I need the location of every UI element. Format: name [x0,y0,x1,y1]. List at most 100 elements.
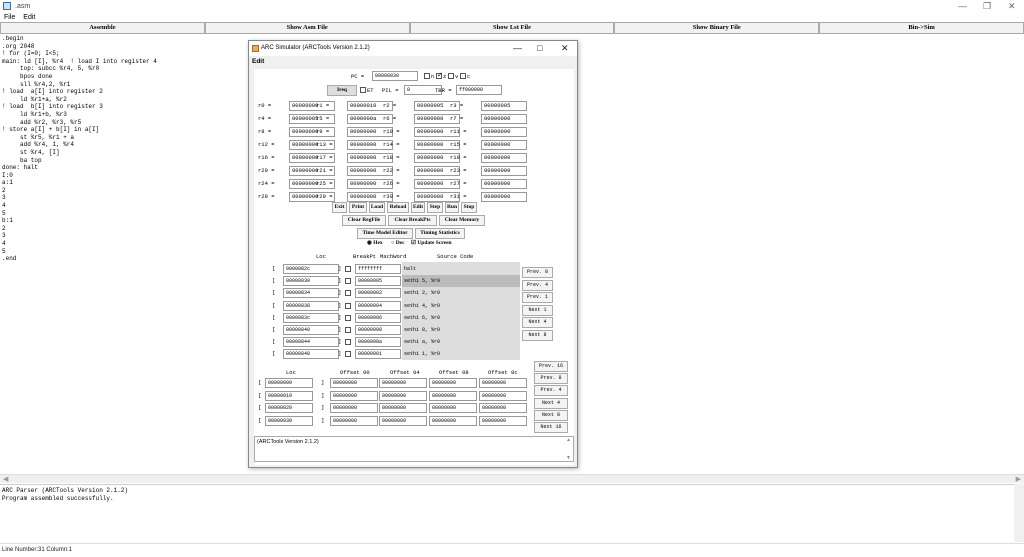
code-loc[interactable]: 00000830 [283,276,339,287]
code-loc[interactable]: 0000082c [283,264,339,274]
assemble-button[interactable]: Assemble [0,22,205,34]
mem-value[interactable]: 00000000 [429,403,477,413]
source-editor[interactable]: .begin .org 2048! for (I=0; I<5; main: ld … [0,35,247,475]
time-model-editor-button[interactable]: Time Model Editor [357,228,413,239]
timing-statistics-button[interactable]: Timing Statistics [415,228,465,239]
scroll-left-icon[interactable]: ◀ [3,475,8,483]
mem-value[interactable]: 00000000 [330,378,378,388]
mem-loc[interactable]: 00000020 [265,403,313,413]
ireq-button[interactable]: Ireq [327,85,357,96]
code-nav-button[interactable]: Next 8 [522,329,553,341]
mem-value[interactable]: 00000000 [330,403,378,413]
code-machword[interactable]: 00000002 [355,288,401,299]
close-icon[interactable]: ✕ [1008,0,1016,12]
reload-button[interactable]: Reload [387,202,409,213]
code-loc[interactable]: 00000834 [283,288,339,299]
show-lst-file-button[interactable]: Show Lst File [409,22,615,34]
memory-nav-button[interactable]: Next 4 [534,397,568,409]
mem-value[interactable]: 00000000 [379,378,427,388]
register-value[interactable]: 00000000 [481,127,527,137]
code-machword[interactable]: ffffffff [355,264,401,274]
restore-icon[interactable]: ❐ [983,0,991,12]
mem-value[interactable]: 00000000 [330,415,378,426]
edit-button[interactable]: Edit [411,202,425,213]
flag-v-checkbox[interactable] [448,73,454,79]
breakpoint-checkbox[interactable] [345,327,351,333]
mem-loc[interactable]: 00000030 [265,415,313,426]
show-asm-file-button[interactable]: Show Asm File [204,22,410,34]
code-machword[interactable]: 0000000a [355,337,401,348]
mem-value[interactable]: 00000000 [330,390,378,401]
code-loc[interactable]: 00000838 [283,300,339,311]
et-checkbox[interactable] [360,87,366,93]
breakpoint-checkbox[interactable] [345,266,351,272]
mem-value[interactable]: 00000000 [479,390,527,401]
radio-dec[interactable]: ○ Dec [391,240,405,246]
code-machword[interactable]: 00000004 [355,300,401,311]
log-scroll-down-icon[interactable]: ▼ [566,455,571,461]
code-nav-button[interactable]: Next 4 [522,317,553,328]
horizontal-scrollbar[interactable]: ◀ ▶ [0,474,1024,483]
sim-minimize-icon[interactable]: — [513,41,522,56]
mem-loc[interactable]: 00000000 [265,378,313,388]
scroll-right-icon[interactable]: ▶ [1016,475,1021,483]
clear-breakpts-button[interactable]: Clear BreakPts [388,215,437,226]
menu-edit[interactable]: Edit [23,14,35,21]
breakpoint-checkbox[interactable] [345,339,351,346]
mem-value[interactable]: 00000000 [379,415,427,426]
breakpoint-checkbox[interactable] [345,314,351,321]
code-nav-button[interactable]: Prev. 1 [522,292,553,303]
menu-file[interactable]: File [4,14,15,21]
stop-button[interactable]: Stop [461,202,477,213]
exit-button[interactable]: Exit [332,202,347,213]
register-value[interactable]: 00000000 [481,179,527,189]
mem-value[interactable]: 00000000 [379,390,427,401]
bin-to-sim-button[interactable]: Bin->Sim [819,22,1024,34]
flag-c-checkbox[interactable] [460,73,466,79]
sim-menu-edit[interactable]: Edit [252,58,264,65]
mem-value[interactable]: 00000000 [479,378,527,388]
register-value[interactable]: 00000000 [481,166,527,176]
radio-hex[interactable]: ◉ Hex [367,240,383,246]
memory-nav-button[interactable]: Prev. 16 [534,361,568,372]
code-machword[interactable]: 00000008 [355,325,401,335]
code-machword[interactable]: 00000006 [355,312,401,323]
breakpoint-checkbox[interactable] [345,278,351,285]
tbr-field[interactable]: ff000000 [456,85,502,95]
mem-value[interactable]: 00000000 [479,415,527,426]
code-loc[interactable]: 00000840 [283,325,339,335]
register-value[interactable]: 00000000 [481,140,527,150]
code-loc[interactable]: 00000848 [283,349,339,360]
register-value[interactable]: 00000000 [481,114,527,124]
minimize-icon[interactable]: — [958,0,967,12]
breakpoint-checkbox[interactable] [345,351,351,358]
code-nav-button[interactable]: Next 1 [522,304,553,316]
register-value[interactable]: 00000000 [481,192,527,202]
mem-value[interactable]: 00000000 [379,403,427,413]
memory-nav-button[interactable]: Prev. 8 [534,373,568,385]
mem-value[interactable]: 00000000 [429,415,477,426]
update-screen-checkbox[interactable]: ☑ Update Screen [411,240,452,246]
register-value[interactable]: 00000005 [481,101,527,111]
memory-nav-button[interactable]: Prev. 4 [534,385,568,397]
flag-z-checkbox[interactable]: ✓ [436,72,443,79]
print-button[interactable]: Print [349,202,367,213]
code-machword[interactable]: 00000001 [355,349,401,360]
breakpoint-checkbox[interactable] [345,302,351,309]
mem-value[interactable]: 00000000 [429,378,477,388]
clear-regfile-button[interactable]: Clear RegFile [342,215,386,226]
mem-loc[interactable]: 00000010 [265,390,313,401]
mem-value[interactable]: 00000000 [479,403,527,413]
show-binary-file-button[interactable]: Show Binary File [614,22,820,34]
memory-nav-button[interactable]: Next 8 [534,409,568,421]
sim-close-icon[interactable]: ✕ [561,41,569,56]
pc-field[interactable]: 00000830 [372,71,418,81]
log-scroll-up-icon[interactable]: ▲ [566,437,571,443]
code-loc[interactable]: 0000083c [283,312,339,323]
breakpoint-checkbox[interactable] [345,290,351,297]
code-nav-button[interactable]: Prev. 4 [522,279,553,291]
run-button[interactable]: Run [445,202,459,213]
load-button[interactable]: Load [369,202,385,213]
code-machword[interactable]: 00000005 [355,276,401,287]
code-loc[interactable]: 00000844 [283,337,339,348]
